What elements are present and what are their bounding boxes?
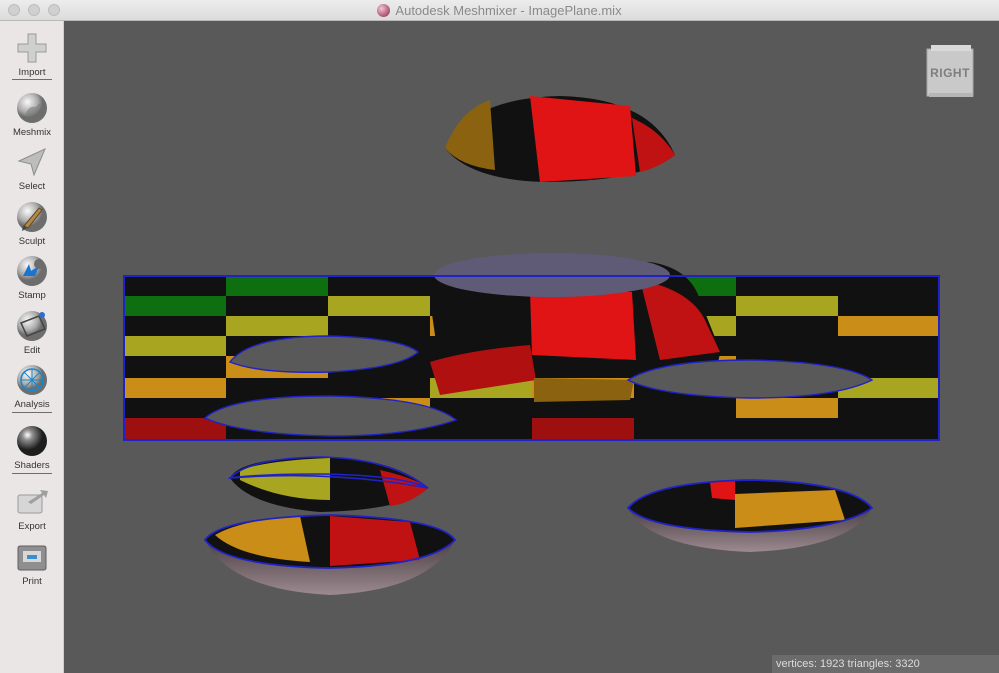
import-label: Import [18, 67, 46, 78]
select-button[interactable]: Select [0, 141, 64, 195]
title-wrap: Autodesk Meshmixer - ImagePlane.mix [0, 0, 999, 21]
meshmixer-app-icon [377, 4, 391, 17]
title-bar: Autodesk Meshmixer - ImagePlane.mix [0, 0, 999, 21]
top-cap-mesh[interactable] [445, 96, 675, 182]
shaders-label: Shaders [14, 460, 50, 471]
plus-icon [17, 33, 47, 63]
export-label: Export [18, 521, 46, 532]
edit-button[interactable]: Edit [0, 305, 64, 359]
toolbar-divider [12, 473, 52, 474]
meshmix-bunny-icon [17, 93, 47, 123]
app-window: Autodesk Meshmixer - ImagePlane.mix Impo… [0, 0, 999, 673]
edit-label: Edit [23, 345, 41, 356]
image-plane-mesh[interactable] [123, 253, 940, 441]
print-button[interactable]: Print [0, 536, 64, 590]
printer-icon [17, 545, 47, 571]
analysis-label: Analysis [14, 399, 50, 410]
small-bowl-mesh[interactable] [227, 456, 429, 512]
shaders-button[interactable]: Shaders [0, 420, 64, 474]
bowl-right-mesh[interactable] [626, 479, 874, 552]
sculpt-button[interactable]: Sculpt [0, 196, 64, 250]
sculpt-label: Sculpt [18, 236, 46, 247]
tool-sidebar: Import Meshmix Select Sculpt Stamp Edit … [0, 21, 64, 673]
stamp-button[interactable]: Stamp [0, 250, 64, 304]
stamp-icon [17, 256, 47, 286]
large-bowl-left-mesh[interactable] [203, 514, 457, 595]
analysis-mesh-icon [17, 365, 47, 395]
select-arrow-icon [17, 148, 46, 177]
edit-icon [17, 311, 47, 341]
export-button[interactable]: Export [0, 481, 64, 535]
print-label: Print [22, 576, 42, 587]
export-icon [17, 490, 48, 514]
window-title: Autodesk Meshmixer - ImagePlane.mix [395, 3, 622, 18]
stamp-label: Stamp [18, 290, 46, 301]
import-button[interactable]: Import [0, 27, 64, 81]
shader-sphere-icon [17, 426, 47, 456]
toolbar-divider [12, 412, 52, 413]
analysis-button[interactable]: Analysis [0, 359, 64, 413]
viewport-scene [123, 96, 940, 595]
select-label: Select [18, 181, 46, 192]
toolbar-divider [12, 79, 52, 80]
sculpt-brush-icon [17, 202, 47, 232]
mesh-stats-text: vertices: 1923 triangles: 3320 [776, 658, 920, 670]
3d-viewport[interactable] [65, 21, 999, 673]
viewcube-face-label[interactable]: RIGHT [925, 66, 975, 80]
status-bar: vertices: 1923 triangles: 3320 [772, 655, 999, 673]
meshmix-label: Meshmix [12, 127, 51, 138]
meshmix-button[interactable]: Meshmix [0, 87, 64, 141]
